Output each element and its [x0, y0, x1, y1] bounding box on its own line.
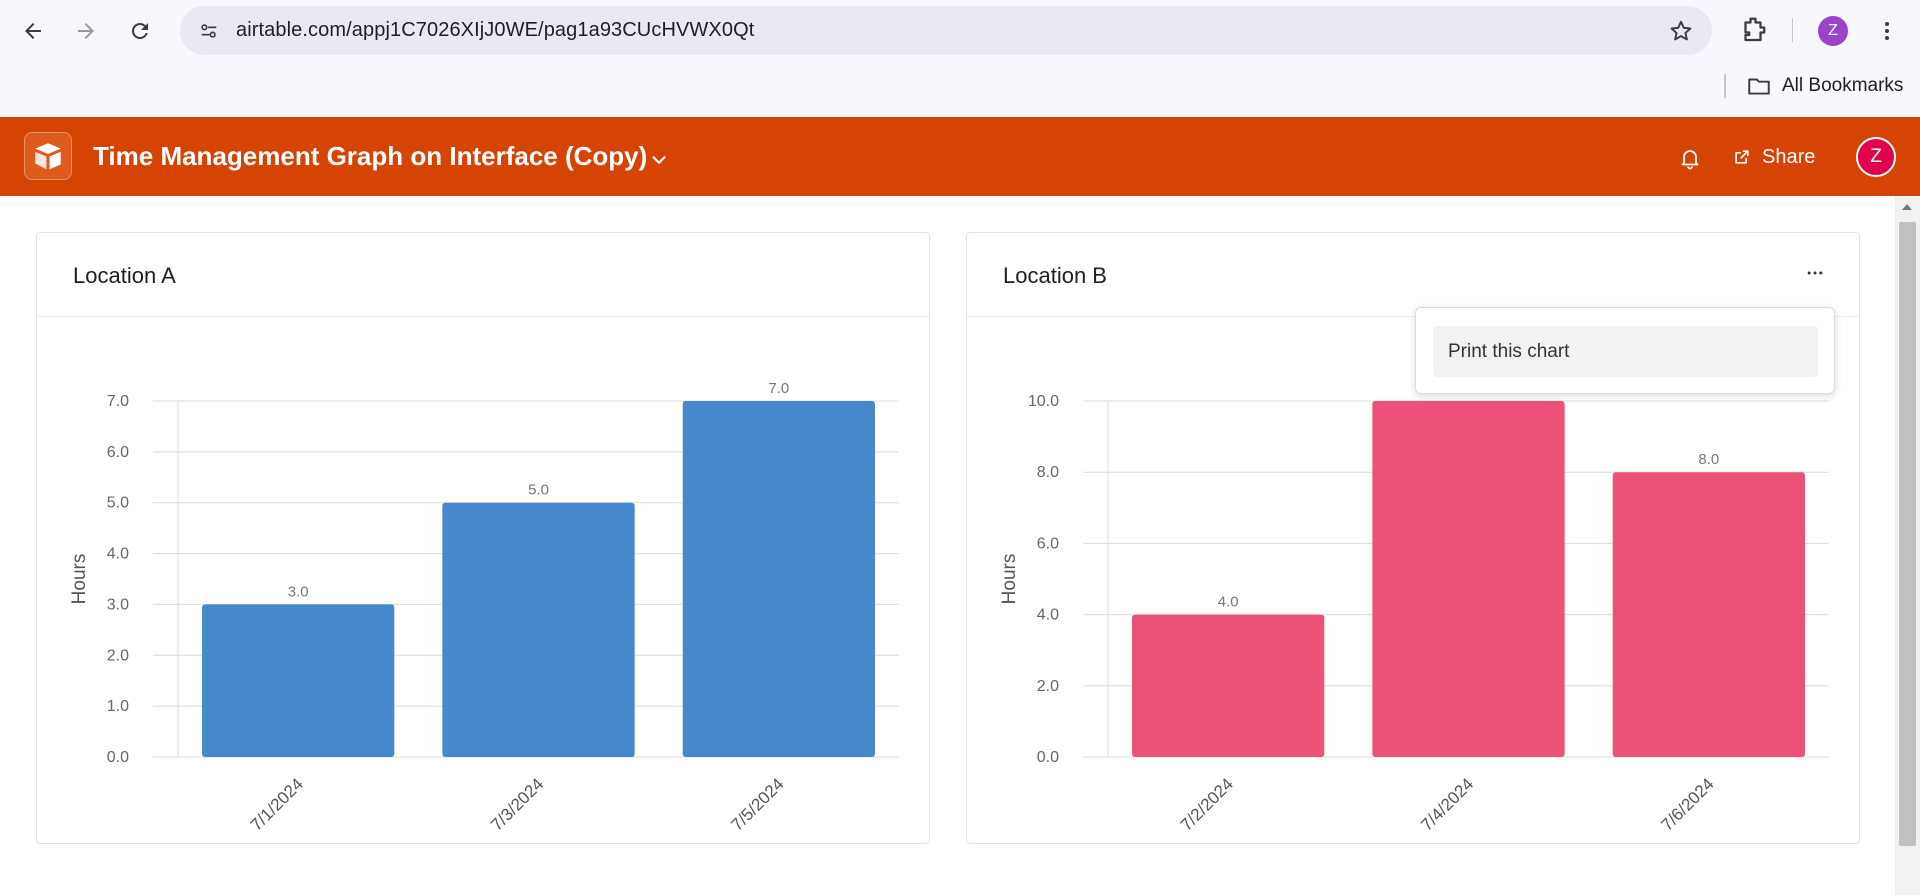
page-title[interactable]: Time Management Graph on Interface (Copy… — [93, 141, 647, 172]
browser-profile-avatar[interactable]: Z — [1818, 16, 1848, 46]
y-tick-label: 8.0 — [1037, 464, 1059, 481]
bar — [682, 401, 875, 757]
bar-value-label: 7.0 — [768, 380, 789, 397]
back-button[interactable] — [15, 13, 51, 49]
bookmarks-divider — [1724, 74, 1726, 98]
y-tick-label: 0.0 — [107, 749, 129, 766]
bar-value-label: 5.0 — [528, 482, 549, 499]
more-options-button[interactable] — [1803, 261, 1827, 285]
bar-chart-location-a: 0.0 1.0 2.0 3.0 4.0 5.0 6.0 7.0 Hours 3.0 7/1/2024… — [69, 380, 899, 835]
y-tick-label: 6.0 — [107, 444, 129, 461]
card-header: Location B — [967, 233, 1859, 317]
y-tick-label: 5.0 — [107, 495, 129, 512]
x-tick-label: 7/3/2024 — [487, 774, 547, 834]
arrow-right-icon — [78, 23, 94, 39]
bar-chart-location-b: 0.02.04.06.08.010.0Hours4.07/2/202410.07… — [999, 380, 1829, 835]
x-tick-label: 7/5/2024 — [727, 774, 787, 834]
arrow-left-icon — [25, 23, 41, 39]
y-tick-label: 2.0 — [1037, 678, 1059, 695]
share-button[interactable]: Share — [1732, 141, 1815, 173]
browser-menu-icon[interactable] — [1872, 16, 1902, 46]
chart-title: Location A — [73, 263, 176, 288]
bar-value-label: 4.0 — [1218, 594, 1239, 611]
user-avatar[interactable]: Z — [1856, 137, 1896, 177]
scrollbar-thumb[interactable] — [1899, 222, 1916, 846]
y-tick-label: 3.0 — [107, 596, 129, 613]
chart-card-location-a: Location A 0.0 1.0 2.0 3.0 4.0 5.0 6.0 7.0 Hours… — [36, 232, 930, 844]
airtable-logo-icon — [35, 143, 61, 170]
address-bar[interactable]: airtable.com/appj1C7026XIjJ0WE/pag1a93CU… — [180, 6, 1712, 55]
bar — [202, 604, 395, 757]
chevron-down-icon[interactable] — [648, 149, 670, 171]
x-tick-label: 7/4/2024 — [1417, 774, 1477, 834]
bar — [442, 502, 635, 757]
all-bookmarks-label: All Bookmarks — [1782, 75, 1904, 96]
y-tick-label: 1.0 — [107, 698, 129, 715]
share-icon — [1735, 150, 1749, 164]
chart-options-menu: Print this chart — [1415, 307, 1835, 394]
y-tick-label: 4.0 — [107, 546, 129, 563]
y-tick-label: 2.0 — [107, 647, 129, 664]
url-text[interactable]: airtable.com/appj1C7026XIjJ0WE/pag1a93CU… — [236, 19, 754, 42]
x-tick-label: 7/1/2024 — [247, 774, 307, 834]
y-axis-label: Hours — [69, 554, 90, 605]
browser-toolbar: airtable.com/appj1C7026XIjJ0WE/pag1a93CU… — [0, 0, 1920, 117]
scroll-up-arrow[interactable] — [1902, 204, 1912, 210]
y-tick-label: 0.0 — [1037, 749, 1059, 766]
page-scrollbar[interactable] — [1895, 196, 1920, 895]
reload-icon — [131, 22, 148, 39]
chart-title: Location B — [1003, 263, 1107, 288]
toolbar-divider — [1792, 18, 1793, 42]
folder-icon — [1748, 78, 1770, 95]
bar — [1372, 401, 1565, 757]
ellipsis-icon — [1807, 271, 1823, 275]
airtable-logo[interactable] — [24, 132, 72, 180]
y-tick-label: 7.0 — [107, 393, 129, 410]
y-tick-label: 10.0 — [1028, 393, 1059, 410]
all-bookmarks-button[interactable]: All Bookmarks — [1746, 73, 1903, 99]
print-chart-menu-item[interactable]: Print this chart — [1433, 326, 1818, 377]
y-tick-label: 4.0 — [1037, 607, 1059, 624]
app-header: Time Management Graph on Interface (Copy… — [0, 117, 1920, 196]
x-tick-label: 7/2/2024 — [1177, 774, 1237, 834]
forward-button[interactable] — [68, 13, 104, 49]
y-tick-label: 6.0 — [1037, 535, 1059, 552]
extensions-puzzle-icon[interactable] — [1738, 15, 1768, 45]
bookmark-star-icon[interactable] — [1668, 18, 1694, 44]
bar — [1612, 472, 1805, 757]
reload-button[interactable] — [122, 13, 158, 49]
notifications-bell-icon[interactable] — [1678, 146, 1702, 170]
y-axis-label: Hours — [999, 554, 1020, 605]
site-info-icon[interactable] — [194, 16, 224, 46]
bar-value-label: 8.0 — [1698, 451, 1719, 468]
share-label: Share — [1762, 145, 1816, 168]
x-tick-label: 7/6/2024 — [1657, 774, 1717, 834]
bar-value-label: 3.0 — [288, 583, 309, 600]
card-header: Location A — [37, 233, 929, 317]
bar — [1132, 614, 1325, 757]
